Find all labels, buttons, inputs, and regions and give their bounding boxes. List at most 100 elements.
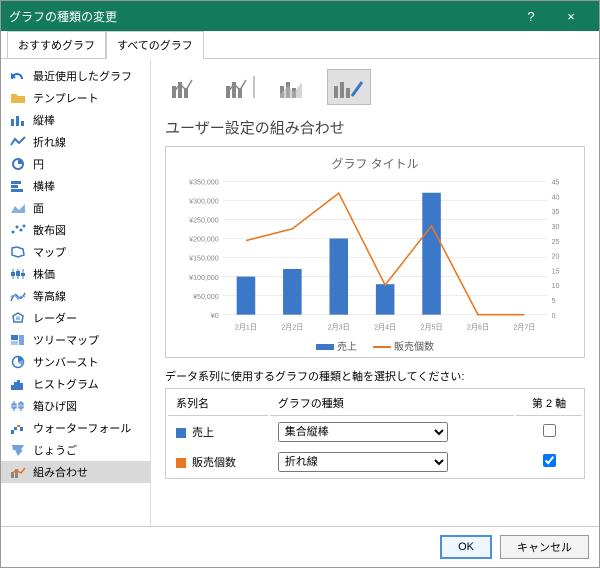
series-type-select[interactable]: 集合縦棒折れ線 [278, 422, 448, 442]
sidebar-icon [9, 267, 27, 281]
sidebar-item-2[interactable]: 縦棒 [1, 109, 150, 131]
sidebar-item-17[interactable]: じょうご [1, 439, 150, 461]
tab-recommended[interactable]: おすすめグラフ [7, 31, 106, 58]
svg-text:2月7日: 2月7日 [513, 322, 535, 331]
ok-button[interactable]: OK [440, 535, 492, 559]
col-series-name: 系列名 [168, 391, 268, 416]
combo-subtype-2[interactable] [219, 69, 263, 105]
sidebar-item-label: 組み合わせ [33, 464, 88, 480]
titlebar: グラフの種類の変更 ? × [1, 1, 599, 31]
sidebar-icon [9, 311, 27, 325]
sidebar-icon [9, 465, 27, 479]
svg-text:¥350,000: ¥350,000 [189, 177, 219, 186]
sidebar-item-13[interactable]: サンバースト [1, 351, 150, 373]
svg-text:2月6日: 2月6日 [467, 322, 489, 331]
window-title: グラフの種類の変更 [9, 8, 511, 25]
svg-text:35: 35 [552, 207, 560, 216]
svg-text:25: 25 [552, 237, 560, 246]
svg-text:15: 15 [552, 266, 560, 275]
sidebar-icon [9, 377, 27, 391]
sidebar-item-label: 折れ線 [33, 134, 66, 150]
help-button[interactable]: ? [511, 1, 551, 31]
sidebar-icon [9, 289, 27, 303]
svg-text:2月5日: 2月5日 [421, 322, 443, 331]
tab-all[interactable]: すべてのグラフ [106, 31, 204, 59]
sidebar-item-label: 縦棒 [33, 112, 55, 128]
sidebar-item-1[interactable]: テンプレート [1, 87, 150, 109]
combo-subtype-custom[interactable] [327, 69, 371, 105]
sidebar-icon [9, 355, 27, 369]
svg-text:20: 20 [552, 251, 560, 260]
sidebar-item-4[interactable]: 円 [1, 153, 150, 175]
sidebar-item-9[interactable]: 株価 [1, 263, 150, 285]
sidebar-item-label: 最近使用したグラフ [33, 68, 132, 84]
sidebar-item-18[interactable]: 組み合わせ [1, 461, 150, 483]
svg-text:¥150,000: ¥150,000 [189, 254, 219, 263]
sidebar-item-label: じょうご [33, 442, 77, 458]
svg-text:5: 5 [552, 296, 556, 305]
close-button[interactable]: × [551, 1, 591, 31]
series-prompt: データ系列に使用するグラフの種類と軸を選択してください: [165, 368, 585, 384]
sidebar-item-label: 面 [33, 200, 44, 216]
sidebar-item-label: ヒストグラム [33, 376, 99, 392]
sidebar-item-7[interactable]: 散布図 [1, 219, 150, 241]
sidebar-item-3[interactable]: 折れ線 [1, 131, 150, 153]
sidebar-icon [9, 113, 27, 127]
dialog-footer: OK キャンセル [1, 526, 599, 567]
sidebar-item-14[interactable]: ヒストグラム [1, 373, 150, 395]
dialog-body: 最近使用したグラフテンプレート縦棒折れ線円横棒面散布図マップ株価等高線レーダーツ… [1, 59, 599, 526]
sidebar-icon [9, 333, 27, 347]
sidebar-item-label: マップ [33, 244, 66, 260]
cancel-button[interactable]: キャンセル [500, 535, 589, 559]
chart-canvas: ¥0¥50,000¥100,000¥150,000¥200,000¥250,00… [172, 176, 578, 336]
sidebar-item-8[interactable]: マップ [1, 241, 150, 263]
change-chart-type-dialog: グラフの種類の変更 ? × おすすめグラフ すべてのグラフ 最近使用したグラフテ… [0, 0, 600, 568]
sidebar-item-label: 円 [33, 156, 44, 172]
sidebar-item-label: 等高線 [33, 288, 66, 304]
sidebar-item-5[interactable]: 横棒 [1, 175, 150, 197]
sidebar-item-label: レーダー [33, 310, 77, 326]
combo-subtype-1[interactable] [165, 69, 209, 105]
sidebar-icon [9, 399, 27, 413]
svg-text:10: 10 [552, 281, 560, 290]
sidebar-item-16[interactable]: ウォーターフォール [1, 417, 150, 439]
svg-text:¥0: ¥0 [211, 311, 219, 320]
svg-text:2月2日: 2月2日 [281, 322, 303, 331]
sidebar-item-label: ウォーターフォール [33, 420, 131, 436]
svg-text:¥250,000: ¥250,000 [189, 215, 219, 224]
combo-subtype-3[interactable] [273, 69, 317, 105]
svg-text:¥300,000: ¥300,000 [189, 196, 219, 205]
series-type-select[interactable]: 集合縦棒折れ線 [278, 452, 448, 472]
series-table: 系列名 グラフの種類 第 2 軸 売上集合縦棒折れ線販売個数集合縦棒折れ線 [165, 388, 585, 479]
col-secondary-axis: 第 2 軸 [516, 391, 582, 416]
secondary-axis-checkbox[interactable] [543, 424, 556, 437]
sidebar-icon [9, 179, 27, 193]
sidebar-item-6[interactable]: 面 [1, 197, 150, 219]
sidebar-item-label: 箱ひげ図 [33, 398, 77, 414]
secondary-axis-checkbox[interactable] [543, 454, 556, 467]
sidebar-icon [9, 91, 27, 105]
sidebar-item-label: 横棒 [33, 178, 55, 194]
svg-text:45: 45 [552, 177, 560, 186]
chart-category-sidebar: 最近使用したグラフテンプレート縦棒折れ線円横棒面散布図マップ株価等高線レーダーツ… [1, 59, 151, 526]
sidebar-icon [9, 245, 27, 259]
svg-text:¥50,000: ¥50,000 [193, 292, 219, 301]
series-name-cell: 売上 [168, 418, 268, 446]
legend-item-2: 販売個数 [373, 338, 434, 353]
svg-text:2月1日: 2月1日 [235, 322, 257, 331]
sidebar-item-11[interactable]: レーダー [1, 307, 150, 329]
sidebar-item-label: 株価 [33, 266, 55, 282]
sidebar-icon [9, 201, 27, 215]
legend-item-1: 売上 [316, 338, 357, 353]
chart-preview: グラフ タイトル ¥0¥50,000¥100,000¥150,000¥200,0… [165, 146, 585, 358]
sidebar-item-12[interactable]: ツリーマップ [1, 329, 150, 351]
sidebar-icon [9, 135, 27, 149]
svg-text:2月3日: 2月3日 [328, 322, 350, 331]
svg-text:30: 30 [552, 222, 560, 231]
sidebar-item-label: サンバースト [33, 354, 98, 370]
sidebar-item-15[interactable]: 箱ひげ図 [1, 395, 150, 417]
sidebar-item-label: ツリーマップ [33, 332, 99, 348]
sidebar-item-0[interactable]: 最近使用したグラフ [1, 65, 150, 87]
sidebar-item-10[interactable]: 等高線 [1, 285, 150, 307]
series-name-cell: 販売個数 [168, 448, 268, 476]
